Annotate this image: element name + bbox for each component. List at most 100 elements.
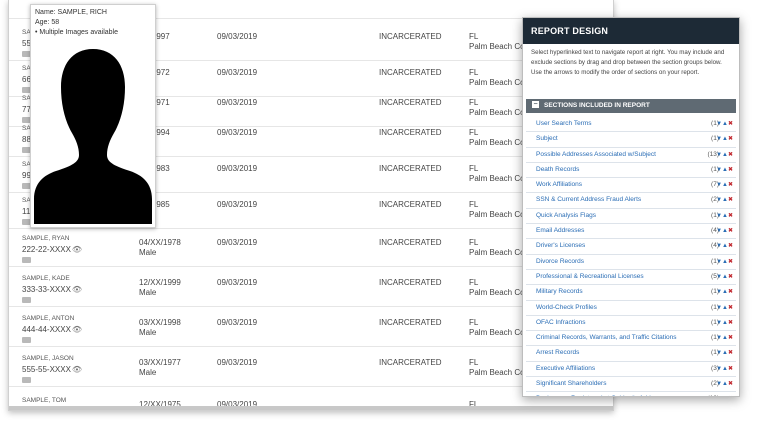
report-section-link[interactable]: Subject bbox=[536, 135, 558, 142]
report-section-link[interactable]: Death Records bbox=[536, 166, 579, 173]
location-cell: FL Palm Beach Co bbox=[469, 164, 525, 184]
remove-section-icon[interactable]: ✖ bbox=[728, 121, 733, 127]
state-value: FL bbox=[469, 68, 479, 77]
remove-section-icon[interactable]: ✖ bbox=[728, 136, 733, 142]
report-section-link[interactable]: Work Affiliations bbox=[536, 181, 582, 188]
reveal-ssn-icon[interactable]: 👁 bbox=[72, 365, 82, 374]
report-section-item[interactable]: SSN & Current Address Fraud Alerts (2) ▼▲✖ bbox=[526, 193, 736, 209]
person-silhouette-icon bbox=[34, 49, 152, 224]
remove-section-icon[interactable]: ✖ bbox=[728, 366, 733, 372]
report-section-link[interactable]: Driver's Licenses bbox=[536, 242, 585, 249]
report-section-link[interactable]: Possible Addresses Associated w/Subject bbox=[536, 151, 656, 158]
report-section-link[interactable]: OFAC Infractions bbox=[536, 319, 586, 326]
report-section-link[interactable]: World-Check Profiles bbox=[536, 304, 597, 311]
report-section-link[interactable]: Quick Analysis Flags bbox=[536, 212, 596, 219]
report-section-item[interactable]: Businesses Registered at Subject's Addre… bbox=[526, 392, 736, 397]
panel-title: REPORT DESIGN bbox=[523, 18, 739, 44]
remove-section-icon[interactable]: ✖ bbox=[728, 350, 733, 356]
report-section-item[interactable]: User Search Terms (1) ▼▲✖ bbox=[526, 117, 736, 133]
remove-section-icon[interactable]: ✖ bbox=[728, 381, 733, 387]
report-section-link[interactable]: Email Addresses bbox=[536, 227, 584, 234]
remove-section-icon[interactable]: ✖ bbox=[728, 259, 733, 265]
report-design-panel: REPORT DESIGN Select hyperlinked text to… bbox=[522, 17, 740, 397]
subject-cell[interactable]: SAMPLE, ANTON 444-44-XXXX👁 bbox=[22, 313, 82, 346]
state-value: FL bbox=[469, 200, 479, 209]
status-value: INCARCERATED bbox=[379, 278, 442, 287]
report-section-item[interactable]: Email Addresses (4) ▼▲✖ bbox=[526, 224, 736, 240]
sections-included-header[interactable]: − SECTIONS INCLUDED IN REPORT bbox=[526, 99, 736, 113]
remove-section-icon[interactable]: ✖ bbox=[728, 335, 733, 341]
location-cell: FL Palm Beach Co bbox=[469, 32, 525, 52]
subject-cell[interactable]: SAMPLE, JASON 555-55-XXXX👁 bbox=[22, 353, 82, 386]
location-cell: FL Palm Beach Co bbox=[469, 238, 525, 258]
remove-section-icon[interactable]: ✖ bbox=[728, 305, 733, 311]
photo-thumbnail-icon[interactable] bbox=[22, 297, 31, 303]
photo-thumbnail-icon[interactable] bbox=[22, 337, 31, 343]
reveal-ssn-icon[interactable]: 👁 bbox=[72, 285, 82, 294]
report-section-item[interactable]: Executive Affiliations (3) ▼▲✖ bbox=[526, 362, 736, 378]
remove-section-icon[interactable]: ✖ bbox=[728, 167, 733, 173]
report-section-item[interactable]: World-Check Profiles (1) ▼▲✖ bbox=[526, 301, 736, 316]
move-down-icon[interactable]: ▼ bbox=[716, 396, 722, 397]
report-section-item[interactable]: Significant Shareholders (2) ▼▲✖ bbox=[526, 377, 736, 393]
report-section-item[interactable]: Possible Addresses Associated w/Subject(… bbox=[526, 148, 736, 163]
report-section-link[interactable]: Significant Shareholders bbox=[536, 380, 606, 387]
remove-section-icon[interactable]: ✖ bbox=[728, 289, 733, 295]
subject-cell[interactable]: SAMPLE, TOM bbox=[22, 395, 66, 406]
report-section-item[interactable]: Criminal Records, Warrants, and Traffic … bbox=[526, 331, 736, 347]
sex-value: Male bbox=[139, 248, 157, 257]
tooltip-age: Age: 58 bbox=[35, 19, 60, 26]
report-section-item[interactable]: Arrest Records (1) ▼▲✖ bbox=[526, 346, 736, 362]
report-section-item[interactable]: Work Affiliations (7) ▼▲✖ bbox=[526, 178, 736, 194]
remove-section-icon[interactable]: ✖ bbox=[728, 320, 733, 326]
county-value: Palm Beach Co bbox=[469, 328, 525, 337]
report-section-item[interactable]: Death Records (1) ▼▲✖ bbox=[526, 163, 736, 179]
report-section-link[interactable]: SSN & Current Address Fraud Alerts bbox=[536, 196, 641, 203]
remove-section-icon[interactable]: ✖ bbox=[728, 197, 733, 203]
report-section-item[interactable]: Military Records (1) ▼▲✖ bbox=[526, 285, 736, 301]
remove-section-icon[interactable]: ✖ bbox=[728, 228, 733, 234]
dob-value: 03/XX/1977 bbox=[139, 358, 181, 367]
report-section-item[interactable]: Driver's Licenses (4) ▼▲✖ bbox=[526, 239, 736, 255]
dob-value: 03/XX/1998 bbox=[139, 318, 181, 327]
remove-section-icon[interactable]: ✖ bbox=[728, 274, 733, 280]
report-section-link[interactable]: Businesses Registered at Subject's Addre… bbox=[536, 395, 670, 396]
remove-section-icon[interactable]: ✖ bbox=[728, 396, 733, 397]
report-section-link[interactable]: Professional & Recreational Licenses bbox=[536, 273, 644, 280]
record-date: 09/03/2019 bbox=[217, 318, 258, 327]
report-section-link[interactable]: Arrest Records bbox=[536, 349, 579, 356]
reveal-ssn-icon[interactable]: 👁 bbox=[72, 245, 82, 254]
subject-name-link[interactable]: SAMPLE, ANTON bbox=[22, 313, 82, 324]
reveal-ssn-icon[interactable]: 👁 bbox=[72, 325, 82, 334]
move-up-icon[interactable]: ▲ bbox=[722, 396, 728, 397]
report-section-item[interactable]: OFAC Infractions (1) ▼▲✖ bbox=[526, 316, 736, 332]
report-section-link[interactable]: Divorce Records bbox=[536, 258, 584, 265]
subject-cell[interactable]: SAMPLE, KADE 333-33-XXXX👁 bbox=[22, 273, 82, 306]
subject-name-link[interactable]: SAMPLE, JASON bbox=[22, 353, 82, 364]
report-section-link[interactable]: Military Records bbox=[536, 288, 583, 295]
subject-name-link[interactable]: SAMPLE, RYAN bbox=[22, 233, 82, 244]
sex-value: Male bbox=[139, 288, 157, 297]
report-section-item[interactable]: Divorce Records (1) ▼▲✖ bbox=[526, 255, 736, 270]
report-section-item[interactable]: Quick Analysis Flags (1) ▼▲✖ bbox=[526, 209, 736, 225]
location-cell: FL Palm Beach Co bbox=[469, 68, 525, 88]
subject-name-link[interactable]: SAMPLE, TOM bbox=[22, 395, 66, 406]
remove-section-icon[interactable]: ✖ bbox=[728, 243, 733, 249]
report-section-link[interactable]: Criminal Records, Warrants, and Traffic … bbox=[536, 334, 677, 341]
dob-cell: 03/XX/1998 Male bbox=[139, 318, 181, 338]
remove-section-icon[interactable]: ✖ bbox=[728, 182, 733, 188]
photo-thumbnail-icon[interactable] bbox=[22, 257, 31, 263]
subject-name-link[interactable]: SAMPLE, KADE bbox=[22, 273, 82, 284]
remove-section-icon[interactable]: ✖ bbox=[728, 152, 733, 158]
subject-cell[interactable]: SAMPLE, RYAN 222-22-XXXX👁 bbox=[22, 233, 82, 266]
collapse-icon[interactable]: − bbox=[532, 100, 539, 108]
state-value: FL bbox=[469, 318, 479, 327]
report-section-link[interactable]: Executive Affiliations bbox=[536, 365, 595, 372]
report-section-item[interactable]: Subject (1) ▼▲✖ bbox=[526, 132, 736, 148]
report-section-item[interactable]: Professional & Recreational Licenses (5) ▼… bbox=[526, 270, 736, 286]
remove-section-icon[interactable]: ✖ bbox=[728, 213, 733, 219]
report-section-link[interactable]: User Search Terms bbox=[536, 120, 592, 127]
status-value: INCARCERATED bbox=[379, 128, 442, 137]
status-value: INCARCERATED bbox=[379, 358, 442, 367]
photo-thumbnail-icon[interactable] bbox=[22, 377, 31, 383]
